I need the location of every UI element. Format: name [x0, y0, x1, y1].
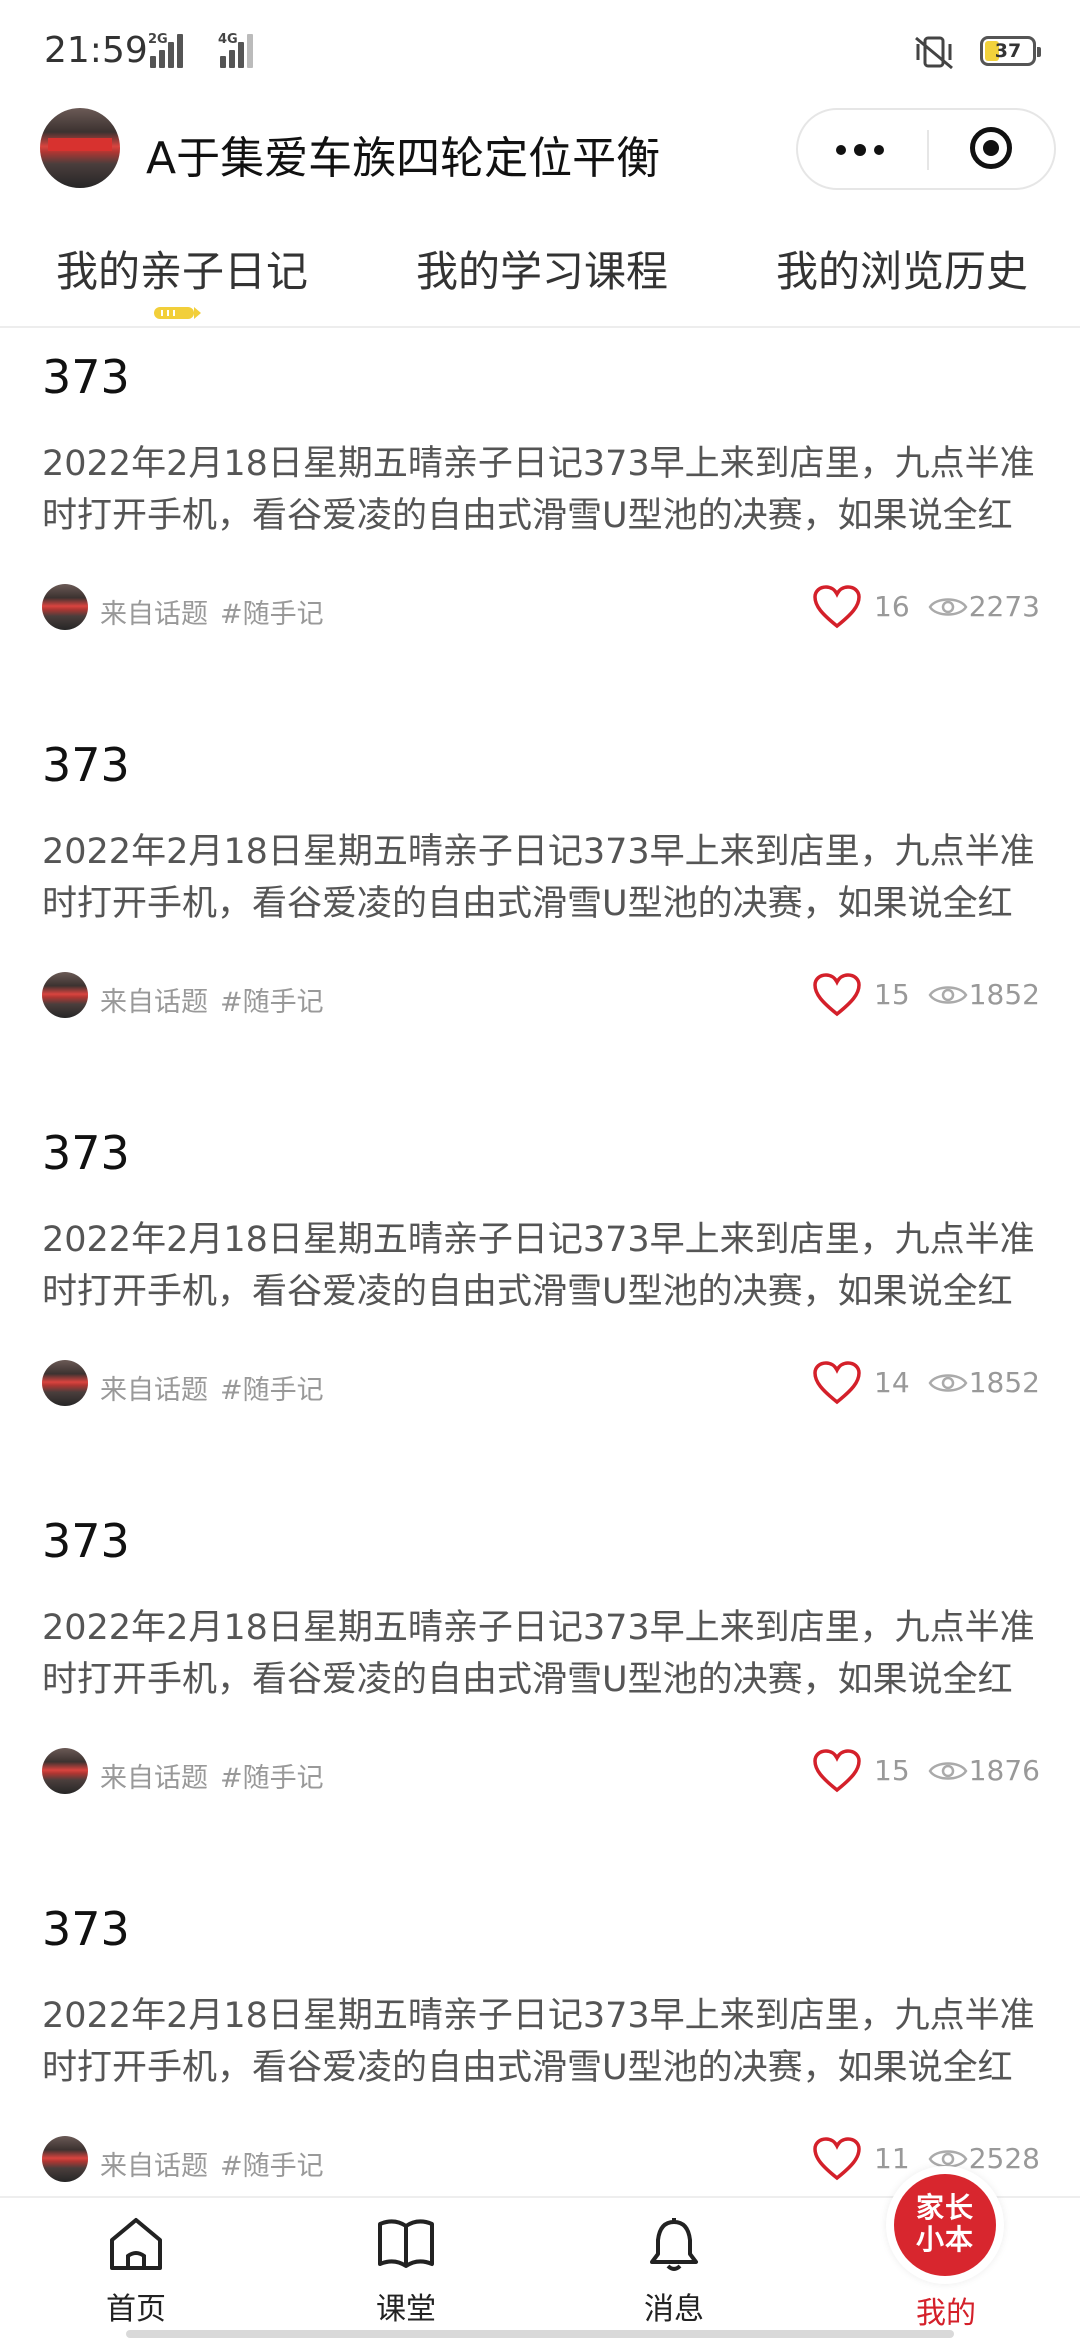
- heart-icon[interactable]: [812, 1360, 862, 1406]
- tab-learning-courses[interactable]: 我的学习课程: [416, 238, 668, 299]
- like-count: 15: [874, 978, 910, 1011]
- eye-icon: [928, 598, 968, 616]
- post-source: 来自话题: [100, 1763, 208, 1794]
- author-avatar[interactable]: [42, 1360, 88, 1406]
- post-title: 373: [42, 1514, 130, 1568]
- status-bar: 21:59 2G 4G 37: [0, 0, 1080, 100]
- post-meta: 来自话题 #随手记 15 1876: [42, 1746, 1040, 1798]
- nav-messages-label: 消息: [644, 2292, 704, 2327]
- nav-home[interactable]: 首页: [36, 2198, 236, 2342]
- post-title: 373: [42, 738, 130, 792]
- nav-mine-label: 我的: [916, 2296, 976, 2331]
- diary-post[interactable]: 373 2022年2月18日星期五晴亲子日记373早上来到店里，九点半准时打开手…: [0, 716, 1080, 1104]
- like-count: 15: [874, 1754, 910, 1787]
- heart-icon[interactable]: [812, 972, 862, 1018]
- nav-classroom[interactable]: 课堂: [306, 2198, 506, 2342]
- nav-home-label: 首页: [106, 2292, 166, 2327]
- author-avatar[interactable]: [42, 1748, 88, 1794]
- post-topic-tag[interactable]: #随手记: [220, 980, 324, 1019]
- tab-bar: 我的亲子日记 我的学习课程 我的浏览历史: [0, 222, 1080, 328]
- author-avatar[interactable]: [42, 972, 88, 1018]
- pencil-indicator-icon: [154, 307, 201, 319]
- signal-icon-4g: 4G: [218, 32, 264, 68]
- diary-post[interactable]: 373 2022年2月18日星期五晴亲子日记373早上来到店里，九点半准时打开手…: [0, 1880, 1080, 2194]
- signal-icon: 2G: [148, 32, 183, 68]
- post-source: 来自话题: [100, 987, 208, 1018]
- post-title: 373: [42, 350, 130, 404]
- author-avatar[interactable]: [42, 584, 88, 630]
- post-excerpt: 2022年2月18日星期五晴亲子日记373早上来到店里，九点半准时打开手机，看谷…: [42, 444, 1035, 536]
- home-icon: [110, 2218, 162, 2270]
- like-count: 16: [874, 590, 910, 623]
- post-topic-tag[interactable]: #随手记: [220, 1756, 324, 1795]
- close-miniprogram-button[interactable]: [929, 110, 1055, 188]
- post-excerpt: 2022年2月18日星期五晴亲子日记373早上来到店里，九点半准时打开手机，看谷…: [42, 1220, 1035, 1312]
- author-avatar[interactable]: [42, 2136, 88, 2182]
- view-count: 1852: [968, 978, 1040, 1011]
- post-title: 373: [42, 1902, 130, 1956]
- tab-parent-diary[interactable]: 我的亲子日记: [56, 238, 308, 299]
- view-count: 2528: [968, 2142, 1040, 2175]
- eye-icon: [928, 986, 968, 1004]
- post-topic-tag[interactable]: #随手记: [220, 2144, 324, 2183]
- more-button[interactable]: [798, 110, 926, 188]
- post-meta: 来自话题 #随手记 16 2273: [42, 582, 1040, 634]
- book-icon: [378, 2219, 434, 2268]
- brand-logo-line1: 家长: [915, 2191, 974, 2224]
- nav-classroom-label: 课堂: [376, 2292, 436, 2327]
- battery-icon: 37: [980, 36, 1041, 66]
- view-count: 2273: [968, 590, 1040, 623]
- more-dots-icon: [836, 145, 846, 155]
- like-count: 11: [874, 2142, 910, 2175]
- post-source: 来自话题: [100, 2151, 208, 2182]
- post-excerpt: 2022年2月18日星期五晴亲子日记373早上来到店里，九点半准时打开手机，看谷…: [42, 1996, 1035, 2088]
- view-count: 1852: [968, 1366, 1040, 1399]
- diary-post[interactable]: 373 2022年2月18日星期五晴亲子日记373早上来到店里，九点半准时打开手…: [0, 1104, 1080, 1492]
- diary-post[interactable]: 373 2022年2月18日星期五晴亲子日记373早上来到店里，九点半准时打开手…: [0, 1492, 1080, 1880]
- home-indicator[interactable]: [126, 2330, 954, 2338]
- post-meta: 来自话题 #随手记 11 2528: [42, 2134, 1040, 2186]
- nav-messages[interactable]: 消息: [574, 2198, 774, 2342]
- post-meta: 来自话题 #随手记 15 1852: [42, 970, 1040, 1022]
- brand-logo-line2: 小本: [915, 2223, 974, 2256]
- like-count: 14: [874, 1366, 910, 1399]
- heart-icon[interactable]: [812, 2136, 862, 2182]
- eye-icon: [928, 1374, 968, 1392]
- post-topic-tag[interactable]: #随手记: [220, 1368, 324, 1407]
- vibrate-mute-icon: [915, 36, 953, 70]
- post-source: 来自话题: [100, 599, 208, 630]
- app-header: A于集爱车族四轮定位平衡: [0, 100, 1080, 200]
- bell-icon: [650, 2218, 698, 2271]
- post-title: 373: [42, 1126, 130, 1180]
- tab-browsing-history[interactable]: 我的浏览历史: [776, 238, 1028, 299]
- miniprogram-capsule: [796, 108, 1056, 190]
- diary-post[interactable]: 373 2022年2月18日星期五晴亲子日记373早上来到店里，九点半准时打开手…: [0, 328, 1080, 716]
- heart-icon[interactable]: [812, 1748, 862, 1794]
- view-count: 1876: [968, 1754, 1040, 1787]
- shop-avatar[interactable]: [40, 108, 120, 188]
- page-title: A于集爱车族四轮定位平衡: [146, 133, 661, 184]
- brand-logo[interactable]: 家长 小本: [886, 2166, 1004, 2284]
- eye-icon: [928, 1762, 968, 1780]
- post-source: 来自话题: [100, 1375, 208, 1406]
- post-excerpt: 2022年2月18日星期五晴亲子日记373早上来到店里，九点半准时打开手机，看谷…: [42, 1608, 1035, 1700]
- post-meta: 来自话题 #随手记 14 1852: [42, 1358, 1040, 1410]
- heart-icon[interactable]: [812, 584, 862, 630]
- status-time: 21:59: [44, 30, 148, 71]
- post-excerpt: 2022年2月18日星期五晴亲子日记373早上来到店里，九点半准时打开手机，看谷…: [42, 832, 1035, 924]
- diary-feed[interactable]: 373 2022年2月18日星期五晴亲子日记373早上来到店里，九点半准时打开手…: [0, 328, 1080, 2194]
- post-topic-tag[interactable]: #随手记: [220, 592, 324, 631]
